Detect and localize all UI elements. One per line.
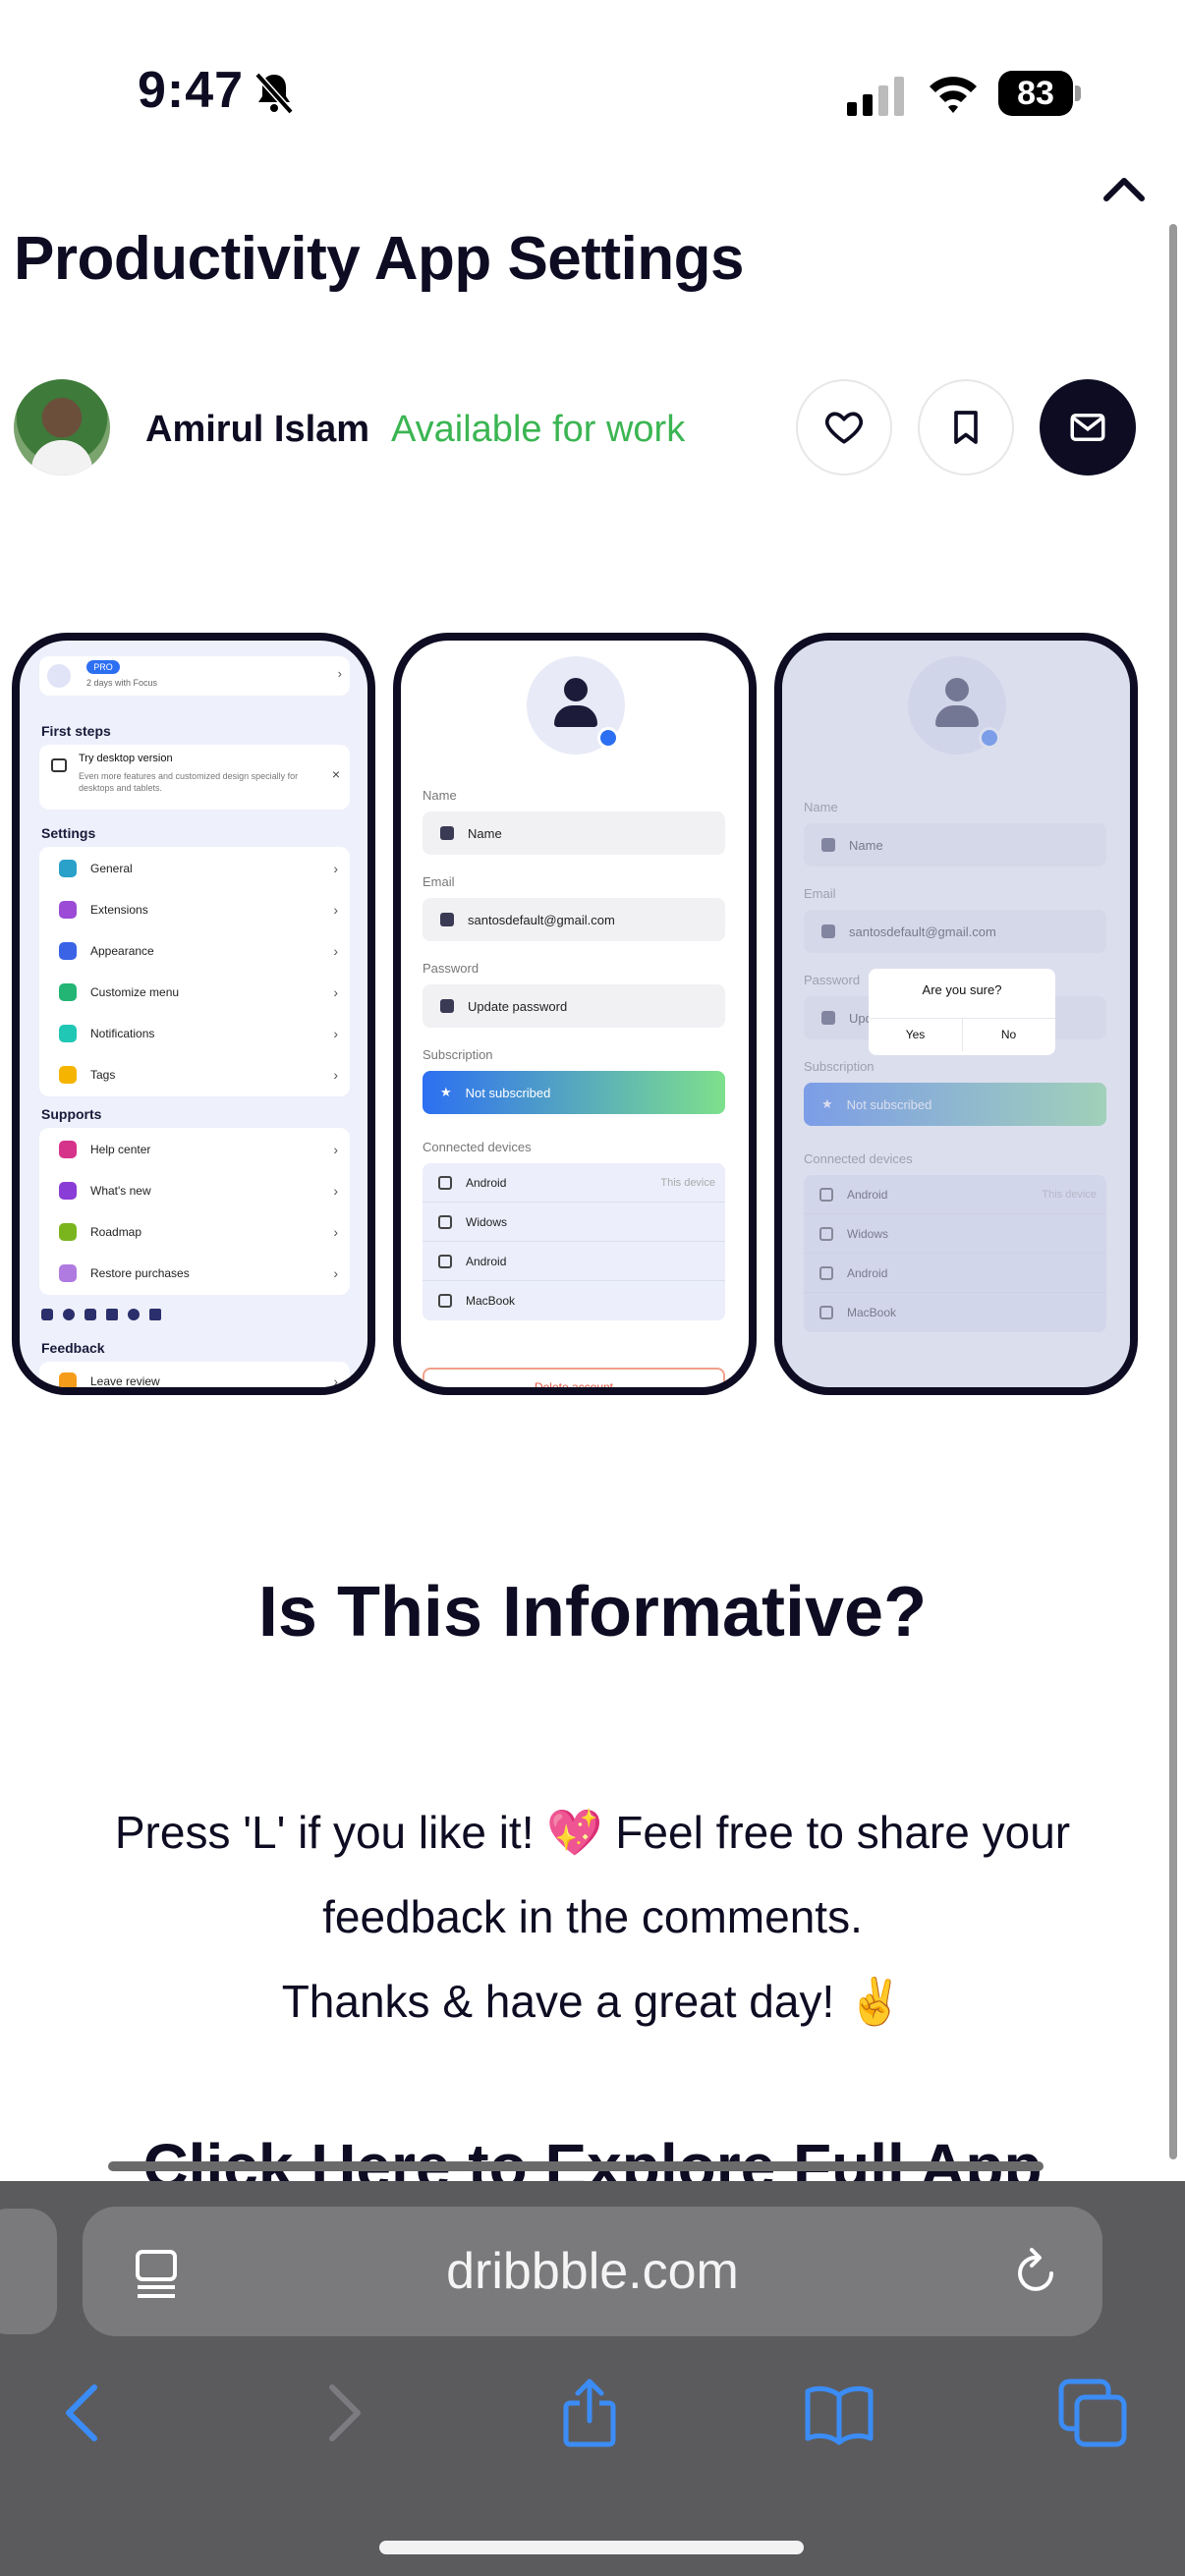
bell-slash-icon	[254, 72, 294, 115]
reload-icon[interactable]	[1012, 2244, 1061, 2301]
message-button[interactable]	[1040, 379, 1136, 476]
chevron-up-icon[interactable]	[1102, 173, 1146, 202]
battery-indicator: 83	[998, 71, 1081, 116]
mockup-section-settings: Settings	[41, 825, 96, 841]
mockup-confirm-screen: Name Name Email santosdefault@gmail.com …	[774, 633, 1138, 1395]
content-line-3: Thanks & have a great day! ✌️	[281, 1976, 904, 2027]
mockup-desktop-title: Try desktop version	[79, 753, 173, 764]
status-time: 9:47	[138, 62, 245, 119]
mockup-feedback-list: Leave review ›	[39, 1362, 350, 1387]
home-indicator[interactable]	[379, 2541, 804, 2554]
mockup-profile-avatar	[527, 656, 625, 755]
scroll-hairline	[108, 2161, 1044, 2171]
mail-icon	[1070, 414, 1105, 441]
mockup-supports-list: Help center › What's new › Roadmap › Restor…	[39, 1128, 350, 1295]
pro-badge: PRO	[86, 660, 120, 674]
previous-tab-preview[interactable]	[0, 2209, 57, 2334]
bookmark-icon	[954, 411, 978, 444]
mockup-profile-sub: 2 days with Focus	[86, 678, 158, 688]
mockup-settings-screen: PRO 2 days with Focus › First steps Try …	[12, 633, 375, 1395]
back-icon[interactable]	[49, 2378, 120, 2448]
scrollbar[interactable]	[1169, 224, 1177, 2159]
mockup-desktop-desc: Even more features and customized design…	[79, 771, 299, 793]
author-avatar[interactable]	[14, 379, 110, 476]
battery-level: 83	[998, 71, 1073, 116]
availability-status[interactable]: Available for work	[391, 409, 685, 451]
author-name[interactable]: Amirul Islam	[145, 409, 369, 451]
bookmarks-icon[interactable]	[804, 2378, 875, 2448]
content-line-2: feedback in the comments.	[322, 1891, 863, 1942]
mockup-settings-list: General › Extensions › Appearance › Customi…	[39, 847, 350, 1096]
mockup-confirm-dialog: Are you sure? Yes No	[869, 969, 1055, 1055]
heart-icon	[824, 412, 864, 444]
mockup-section-feedback: Feedback	[41, 1340, 105, 1356]
mockup-desktop-card: Try desktop version Even more features a…	[39, 745, 350, 810]
wifi-icon	[930, 77, 977, 113]
like-button[interactable]	[796, 379, 892, 476]
forward-icon[interactable]	[307, 2378, 377, 2448]
content-heading: Is This Informative?	[257, 1573, 928, 1652]
bookmark-button[interactable]	[918, 379, 1014, 476]
url-text[interactable]: dribbble.com	[83, 2242, 1102, 2301]
mockup-section-supports: Supports	[41, 1106, 102, 1122]
signal-icon	[847, 77, 904, 116]
tabs-icon[interactable]	[1057, 2378, 1128, 2448]
mockup-profile-card: PRO 2 days with Focus ›	[39, 656, 350, 696]
mockup-section-first-steps: First steps	[41, 723, 111, 739]
shot-title: Productivity App Settings	[14, 225, 745, 293]
mockup-delete-account: Delete account	[423, 1368, 725, 1387]
content-line-1: Press 'L' if you like it! 💖 Feel free to…	[114, 1807, 1071, 1858]
share-icon[interactable]	[554, 2378, 625, 2448]
mockup-account-screen: Name Name Email santosdefault@gmail.com …	[393, 633, 757, 1395]
